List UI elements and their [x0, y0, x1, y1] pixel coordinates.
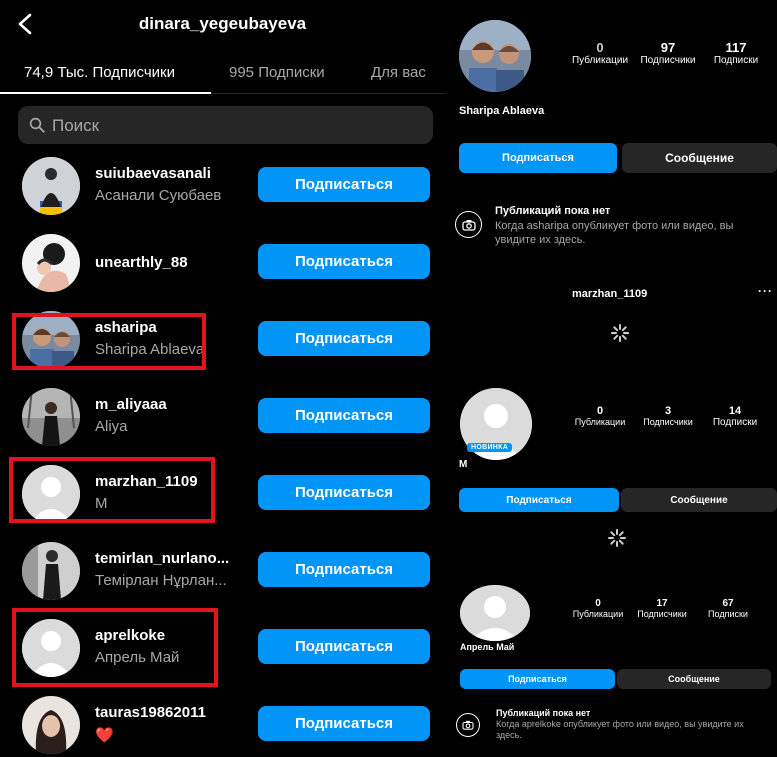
stat-following[interactable]: 14 Подписки	[703, 405, 767, 428]
search-placeholder: Поиск	[52, 116, 100, 135]
full-name: Апрель Май	[95, 649, 180, 666]
default-avatar-icon	[22, 619, 80, 677]
stat-followers[interactable]: 17 Подписчики	[631, 598, 693, 619]
profile-name: Апрель Май	[460, 642, 515, 652]
avatar[interactable]	[22, 234, 80, 292]
follow-button[interactable]: Подписаться	[258, 629, 430, 664]
avatar[interactable]	[22, 696, 80, 754]
list-item[interactable]: marzhan_1109 M Подписаться	[0, 459, 445, 529]
profile-previews-panel: 0 Публикации 97 Подписчики 117 Подписки …	[445, 0, 777, 757]
follow-button[interactable]: Подписаться	[258, 706, 430, 741]
avatar[interactable]	[459, 20, 531, 92]
full-name: Темірлан Нұрлан...	[95, 572, 227, 589]
list-item[interactable]: unearthly_88 Подписаться	[0, 228, 445, 298]
stat-following[interactable]: 117 Подписки	[705, 40, 767, 66]
loading-spinner-icon	[608, 529, 626, 547]
username[interactable]: m_aliyaaa	[95, 396, 245, 413]
avatar[interactable]	[22, 619, 80, 677]
more-dots-icon[interactable]: ···	[758, 284, 773, 298]
profile-name: Sharipa Ablaeva	[459, 105, 545, 117]
avatar[interactable]	[22, 465, 80, 523]
default-avatar-icon	[22, 465, 80, 523]
username[interactable]: marzhan_1109	[95, 473, 245, 490]
username[interactable]: unearthly_88	[95, 254, 245, 271]
follow-button[interactable]: Подписаться	[258, 552, 430, 587]
camera-icon	[456, 713, 480, 737]
profile-name: M	[459, 459, 468, 470]
tab-active-indicator	[0, 92, 211, 94]
stat-followers[interactable]: 3 Подписчики	[637, 405, 699, 427]
loading-spinner-icon	[611, 324, 629, 342]
follow-button[interactable]: Подписаться	[258, 475, 430, 510]
avatar[interactable]	[22, 157, 80, 215]
list-item[interactable]: tauras19862011 ❤️ Подписаться	[0, 690, 445, 757]
default-avatar-icon	[460, 585, 530, 641]
follow-button[interactable]: Подписаться	[258, 244, 430, 279]
username[interactable]: suiubaevasanali	[95, 165, 245, 182]
tab-following[interactable]: 995 Подписки	[229, 64, 325, 81]
tab-followers[interactable]: 74,9 Тыс. Подписчики	[24, 64, 175, 81]
full-name: Sharipa Ablaeva	[95, 341, 205, 358]
avatar[interactable]	[22, 311, 80, 369]
search-icon	[29, 117, 45, 133]
full-name: M	[95, 495, 108, 512]
full-name: Aliya	[95, 418, 128, 435]
message-button[interactable]: Сообщение	[621, 488, 777, 512]
follow-button[interactable]: Подписаться	[258, 167, 430, 202]
stat-posts: 0 Публикации	[571, 40, 629, 66]
stat-posts: 0 Публикации	[572, 598, 624, 619]
follow-button[interactable]: Подписаться	[258, 398, 430, 433]
message-button[interactable]: Сообщение	[617, 669, 771, 689]
list-item[interactable]: m_aliyaaa Aliya Подписаться	[0, 382, 445, 452]
tab-bar: 74,9 Тыс. Подписчики 995 Подписки Для ва…	[0, 54, 445, 94]
empty-posts-subtitle: Когда aprelkoke опубликует фото или виде…	[496, 719, 744, 741]
message-button[interactable]: Сообщение	[622, 143, 777, 173]
empty-posts-title: Публикаций пока нет	[496, 708, 591, 718]
avatar[interactable]	[22, 542, 80, 600]
follow-button[interactable]: Подписаться	[460, 669, 615, 689]
avatar[interactable]	[460, 585, 530, 641]
profile-header-username: marzhan_1109	[572, 288, 648, 300]
avatar[interactable]	[22, 388, 80, 446]
empty-posts-title: Публикаций пока нет	[495, 205, 611, 217]
followers-panel: dinara_yegeubayeva 74,9 Тыс. Подписчики …	[0, 0, 445, 757]
list-item[interactable]: temirlan_nurlano... Темірлан Нұрлан... П…	[0, 536, 445, 606]
full-name: Асанали Суюбаев	[95, 187, 222, 204]
list-item[interactable]: suiubaevasanali Асанали Суюбаев Подписат…	[0, 151, 445, 221]
heart-icon: ❤️	[95, 727, 114, 744]
follow-button[interactable]: Подписаться	[258, 321, 430, 356]
camera-icon	[455, 211, 482, 238]
stat-followers[interactable]: 97 Подписчики	[637, 40, 699, 66]
stat-posts: 0 Публикации	[574, 405, 626, 427]
stat-following[interactable]: 67 Подписки	[697, 598, 759, 619]
empty-posts-subtitle: Когда asharipa опубликует фото или видео…	[495, 220, 734, 246]
list-item[interactable]: asharipa Sharipa Ablaeva Подписаться	[0, 305, 445, 375]
follow-button[interactable]: Подписаться	[459, 488, 619, 512]
tab-for-you[interactable]: Для вас	[371, 64, 426, 81]
new-badge: НОВИНКА	[467, 443, 513, 452]
list-item[interactable]: aprelkoke Апрель Май Подписаться	[0, 613, 445, 683]
username[interactable]: tauras19862011	[95, 704, 245, 721]
search-input[interactable]: Поиск	[18, 106, 433, 144]
follow-button[interactable]: Подписаться	[459, 143, 617, 173]
username[interactable]: temirlan_nurlano...	[95, 550, 245, 567]
username[interactable]: aprelkoke	[95, 627, 245, 644]
profile-title: dinara_yegeubayeva	[138, 14, 307, 33]
username[interactable]: asharipa	[95, 319, 245, 336]
